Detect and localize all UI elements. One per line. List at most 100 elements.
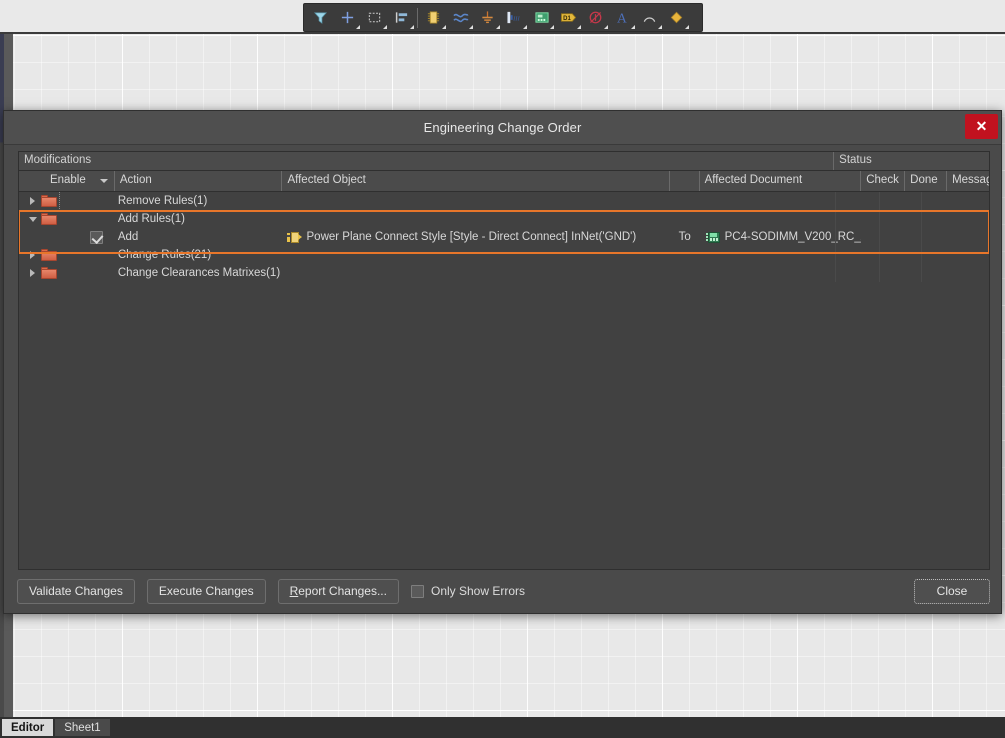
dialog-button-row: Validate Changes Execute Changes Report … (4, 569, 1003, 613)
cell-to (670, 192, 700, 210)
folder-icon (41, 249, 57, 261)
wire-icon[interactable] (447, 5, 474, 30)
cell-check (861, 192, 905, 210)
cell-to (670, 210, 700, 228)
column-header-message[interactable]: Message (947, 171, 989, 191)
column-header-enable[interactable]: Enable (45, 171, 115, 191)
rectangle-select-icon[interactable] (361, 5, 388, 30)
table-row[interactable]: Remove Rules(1) (19, 192, 989, 210)
cell-affected-document: PC4-SODIMM_V200_RC_A1. (700, 228, 862, 246)
component-icon[interactable] (420, 5, 447, 30)
expander-collapsed-icon[interactable] (27, 264, 38, 282)
cell-check (861, 228, 905, 246)
cell-check (861, 246, 905, 264)
sheet-symbol-icon[interactable] (528, 5, 555, 30)
tree-gutter (19, 210, 115, 228)
enable-checkbox[interactable] (89, 230, 104, 244)
cell-affected-object (282, 246, 669, 264)
sort-descending-icon[interactable] (99, 179, 108, 183)
cell-affected-object (282, 210, 669, 228)
net-label-icon[interactable]: III (501, 5, 528, 30)
enable-checkbox-cell[interactable] (19, 230, 115, 244)
chevron-down-icon[interactable] (442, 25, 446, 29)
chevron-down-icon[interactable] (523, 25, 527, 29)
column-header-affected-document[interactable]: Affected Document (700, 171, 862, 191)
cell-message (947, 192, 989, 210)
chevron-down-icon[interactable] (496, 25, 500, 29)
cell-affected-object-label: Power Plane Connect Style [Style - Direc… (306, 231, 637, 243)
column-header-to[interactable] (670, 171, 700, 191)
cell-to (670, 264, 700, 282)
chevron-down-icon[interactable] (685, 25, 689, 29)
cell-affected-document-label: PC4-SODIMM_V200_RC_A1. (724, 231, 862, 243)
validate-changes-button[interactable]: Validate Changes (17, 578, 135, 604)
dialog-titlebar[interactable]: Engineering Change Order ✕ (4, 111, 1001, 145)
only-show-errors-label: Only Show Errors (430, 584, 526, 598)
cell-affected-object (282, 192, 669, 210)
text-string-icon[interactable]: A (609, 5, 636, 30)
grid-rows[interactable]: Remove Rules(1) Add Rules(1) Add Power P… (19, 192, 989, 569)
statusbar-tab-sheet1[interactable]: Sheet1 (55, 719, 110, 736)
no-erc-icon[interactable] (582, 5, 609, 30)
cell-affected-object: Power Plane Connect Style [Style - Direc… (283, 228, 670, 246)
cell-message (947, 246, 989, 264)
column-header-affected-object[interactable]: Affected Object (282, 171, 670, 191)
folder-icon (41, 213, 57, 225)
schematic-document-icon (705, 231, 720, 243)
cell-affected-object (354, 264, 669, 282)
table-row[interactable]: Add Rules(1) (19, 210, 989, 228)
chevron-down-icon[interactable] (383, 25, 387, 29)
cell-action: Add (117, 231, 139, 243)
chevron-down-icon[interactable] (469, 25, 473, 29)
table-row[interactable]: Change Clearances Matrixes(1) (19, 264, 989, 282)
chevron-down-icon[interactable] (550, 25, 554, 29)
svg-text:A: A (617, 11, 627, 25)
toolbar-separator (417, 7, 418, 28)
column-header-check[interactable]: Check (861, 171, 906, 191)
top-toolbar-area: III D1 A (0, 0, 1005, 33)
only-show-errors-box[interactable] (410, 584, 424, 598)
polygon-icon[interactable] (663, 5, 690, 30)
cell-done (905, 192, 947, 210)
ground-power-port-icon[interactable] (474, 5, 501, 30)
chevron-down-icon[interactable] (410, 25, 414, 29)
table-row[interactable]: Change Rules(21) (19, 246, 989, 264)
wiring-toolbar[interactable]: III D1 A (303, 3, 703, 32)
cell-message (947, 264, 989, 282)
engineering-change-order-dialog: Engineering Change Order ✕ Modifications… (3, 110, 1002, 614)
cell-affected-document (700, 210, 862, 228)
execute-changes-button[interactable]: Execute Changes (146, 578, 266, 604)
chevron-down-icon[interactable] (577, 25, 581, 29)
cell-check (861, 264, 905, 282)
arc-icon[interactable] (636, 5, 663, 30)
place-part-icon[interactable] (334, 5, 361, 30)
only-show-errors-checkbox[interactable]: Only Show Errors (410, 584, 526, 598)
column-header-action[interactable]: Action (115, 171, 283, 191)
align-icon[interactable] (388, 5, 415, 30)
port-icon[interactable]: D1 (555, 5, 582, 30)
expander-collapsed-icon[interactable] (27, 246, 38, 264)
chevron-down-icon[interactable] (604, 25, 608, 29)
cell-done (905, 210, 947, 228)
close-button[interactable]: Close (914, 578, 990, 604)
close-icon[interactable]: ✕ (965, 114, 998, 139)
report-changes-button[interactable]: Report Changes... (277, 578, 399, 604)
toolbar-underline (0, 32, 1005, 34)
filter-icon[interactable] (307, 5, 334, 30)
cell-to (670, 246, 700, 264)
chevron-down-icon[interactable] (631, 25, 635, 29)
tree-guide-line (59, 192, 60, 210)
expander-expanded-icon[interactable] (27, 210, 38, 228)
column-header-done[interactable]: Done (905, 171, 948, 191)
tree-gutter (19, 264, 115, 282)
expander-collapsed-icon[interactable] (27, 192, 38, 210)
cell-action: Change Clearances Matrixes(1) (117, 267, 281, 279)
table-row[interactable]: Add Power Plane Connect Style [Style - D… (19, 228, 989, 246)
chevron-down-icon[interactable] (658, 25, 662, 29)
cell-done (905, 228, 947, 246)
cell-check (861, 210, 905, 228)
modifications-grid: Modifications Status Enable Action Affec… (18, 151, 990, 570)
grid-group-header: Modifications Status (19, 152, 989, 171)
statusbar-tab-editor[interactable]: Editor (2, 719, 54, 736)
chevron-down-icon[interactable] (356, 25, 360, 29)
